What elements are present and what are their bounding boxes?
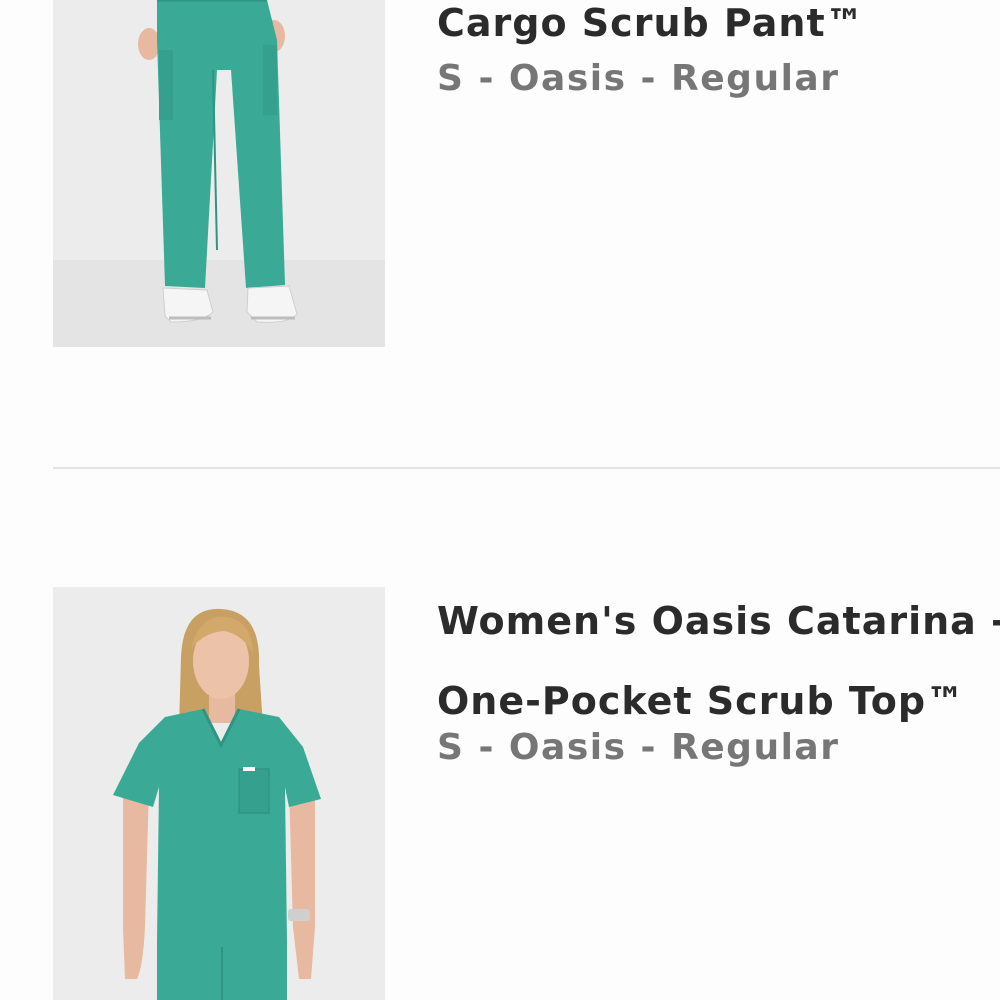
item-divider [53,467,1000,469]
scrub-top-illustration [53,587,385,1000]
product-title[interactable]: Women's Oasis Catarina - [437,581,1000,661]
product-info: Cargo Scrub Pant™ S - Oasis - Regular [437,0,865,102]
product-image-scrub-top[interactable] [53,587,385,1000]
product-title[interactable]: Cargo Scrub Pant™ [437,0,865,56]
product-info: Women's Oasis Catarina - One-Pocket Scru… [437,581,1000,771]
pants-illustration [53,0,385,347]
cart-page: Cargo Scrub Pant™ S - Oasis - Regular Wo… [0,0,1000,1000]
cart-item[interactable]: Cargo Scrub Pant™ S - Oasis - Regular [0,0,1000,467]
product-image-pants[interactable] [53,0,385,347]
product-variant: S - Oasis - Regular [437,58,840,99]
cart-item[interactable]: Women's Oasis Catarina - One-Pocket Scru… [0,467,1000,1000]
